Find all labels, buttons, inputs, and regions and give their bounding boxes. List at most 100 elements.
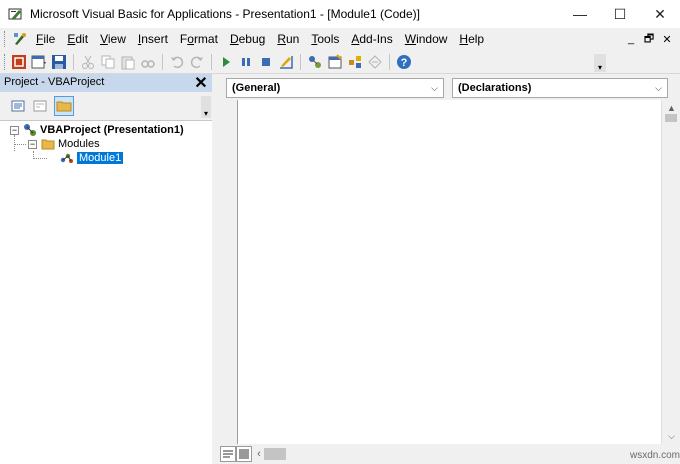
- window-title: Microsoft Visual Basic for Applications …: [30, 7, 420, 21]
- menu-tools-label: ools: [317, 32, 340, 46]
- cut-icon[interactable]: [79, 53, 97, 71]
- code-window-header: (General) ⌵ (Declarations) ⌵: [218, 74, 680, 100]
- object-combo[interactable]: (General) ⌵: [226, 78, 444, 98]
- menu-insert[interactable]: Insert: [132, 32, 174, 46]
- procedure-view-icon[interactable]: [220, 446, 236, 462]
- mdi-minimize-button[interactable]: _: [624, 33, 638, 45]
- tree-node-module1[interactable]: Module1: [60, 151, 124, 165]
- menu-debug[interactable]: Debug: [224, 32, 271, 46]
- menu-items: File Edit View Insert Format Debug Run T…: [30, 28, 490, 50]
- project-pane-scroll-chevron[interactable]: ▾: [201, 96, 211, 118]
- code-editor[interactable]: [239, 100, 661, 444]
- redo-icon[interactable]: [188, 53, 206, 71]
- mdi-close-button[interactable]: ✕: [660, 33, 674, 46]
- module-icon: [60, 151, 74, 165]
- horizontal-scroll-thumb[interactable]: [264, 448, 286, 460]
- insert-module-icon[interactable]: [30, 53, 48, 71]
- toolbar-separator: [162, 54, 163, 70]
- mdi-controls: _ 🗗 ✕: [624, 30, 674, 48]
- copy-icon[interactable]: [99, 53, 117, 71]
- project-pane-toolbar: [0, 92, 212, 120]
- mdi-restore-button[interactable]: 🗗: [642, 30, 656, 49]
- menu-format-label: rmat: [193, 32, 218, 46]
- procedure-combo-value: (Declarations): [458, 82, 532, 94]
- undo-icon[interactable]: [168, 53, 186, 71]
- menu-window[interactable]: Window: [399, 32, 454, 46]
- minimize-button[interactable]: —: [560, 0, 600, 28]
- menu-grip[interactable]: [4, 31, 8, 47]
- view-object-icon[interactable]: [30, 96, 50, 116]
- menu-insert-label: nsert: [141, 32, 168, 46]
- svg-text:?: ?: [401, 57, 408, 69]
- menu-addins[interactable]: Add-Ins: [345, 32, 398, 46]
- menu-view[interactable]: View: [94, 32, 132, 46]
- run-icon[interactable]: [217, 53, 235, 71]
- tree-node-vbaproject-label: VBAProject (Presentation1): [40, 124, 184, 136]
- properties-window-icon[interactable]: [326, 53, 344, 71]
- tree-node-modules-label: Modules: [58, 138, 100, 150]
- menu-format[interactable]: Format: [174, 32, 224, 46]
- chevron-down-icon[interactable]: ⌵: [655, 83, 662, 94]
- vba-app-icon: [8, 6, 24, 22]
- reset-icon[interactable]: [257, 53, 275, 71]
- toolbar-separator: [389, 54, 390, 70]
- close-button[interactable]: ✕: [640, 0, 680, 28]
- toolbar-overflow-chevron[interactable]: ▾: [594, 54, 606, 72]
- menu-debug-label: ebug: [238, 32, 266, 46]
- folder-icon: [41, 137, 55, 151]
- toolbar-buttons: ?: [10, 52, 413, 72]
- tree-expander-collapse[interactable]: −: [10, 125, 19, 135]
- toolbar-separator: [300, 54, 301, 70]
- toolbar-grip[interactable]: [4, 54, 8, 70]
- object-browser-icon[interactable]: [346, 53, 364, 71]
- paste-icon[interactable]: [119, 53, 137, 71]
- tree-node-vbaproject[interactable]: − VBAProject (Presentation1): [10, 123, 184, 137]
- standard-toolbar: ? ▾: [0, 50, 680, 74]
- menu-view-label: iew: [107, 32, 126, 46]
- save-icon[interactable]: [50, 53, 68, 71]
- menu-run[interactable]: Run: [271, 32, 305, 46]
- menu-view-accel: V: [100, 32, 108, 46]
- toggle-folders-icon[interactable]: [54, 96, 74, 116]
- project-pane-close-button[interactable]: ✕: [192, 74, 210, 92]
- menu-help[interactable]: Help: [453, 32, 490, 46]
- break-icon[interactable]: [237, 53, 255, 71]
- scroll-thumb[interactable]: [665, 114, 677, 122]
- menu-bar: File Edit View Insert Format Debug Run T…: [0, 28, 680, 50]
- menu-edit[interactable]: Edit: [61, 32, 94, 46]
- menu-help-label: elp: [468, 32, 485, 46]
- code-bottom-bar: ‹: [218, 444, 680, 464]
- menu-file[interactable]: File: [30, 32, 61, 46]
- title-bar: Microsoft Visual Basic for Applications …: [0, 0, 680, 28]
- watermark-text: wsxdn.com: [630, 450, 680, 461]
- menu-run-accel: R: [277, 32, 286, 46]
- project-explorer-icon[interactable]: [306, 53, 324, 71]
- tree-expander-collapse[interactable]: −: [28, 139, 37, 149]
- vba-menu-icon[interactable]: [12, 31, 28, 47]
- menu-edit-label: dit: [75, 32, 89, 46]
- tree-node-module1-label: Module1: [77, 152, 124, 164]
- toolbar-separator: [73, 54, 74, 70]
- scroll-down-icon[interactable]: ⌵: [662, 428, 680, 444]
- view-code-icon[interactable]: [8, 96, 28, 116]
- maximize-button[interactable]: ☐: [600, 0, 640, 28]
- tree-node-modules[interactable]: − Modules: [28, 137, 100, 151]
- code-vertical-scrollbar[interactable]: ▲ ⌵: [661, 100, 680, 444]
- design-mode-icon[interactable]: [277, 53, 295, 71]
- menu-window-accel: W: [404, 32, 417, 46]
- view-host-icon[interactable]: [10, 53, 28, 71]
- procedure-combo[interactable]: (Declarations) ⌵: [452, 78, 668, 98]
- chevron-down-icon[interactable]: ⌵: [431, 83, 438, 94]
- menu-file-label: ile: [43, 32, 56, 46]
- menu-addins-label: dd-Ins: [359, 32, 393, 46]
- object-combo-value: (General): [232, 82, 281, 94]
- toolbox-icon[interactable]: [366, 53, 384, 71]
- project-tree: − VBAProject (Presentation1) − Modules M…: [0, 120, 212, 464]
- full-module-view-icon[interactable]: [236, 446, 252, 462]
- code-margin-indicator-bar[interactable]: [218, 100, 238, 444]
- find-icon[interactable]: [139, 53, 157, 71]
- menu-tools[interactable]: Tools: [305, 32, 345, 46]
- menu-help-accel: H: [459, 32, 469, 46]
- vba-project-icon: [23, 123, 37, 137]
- help-icon[interactable]: ?: [395, 53, 413, 71]
